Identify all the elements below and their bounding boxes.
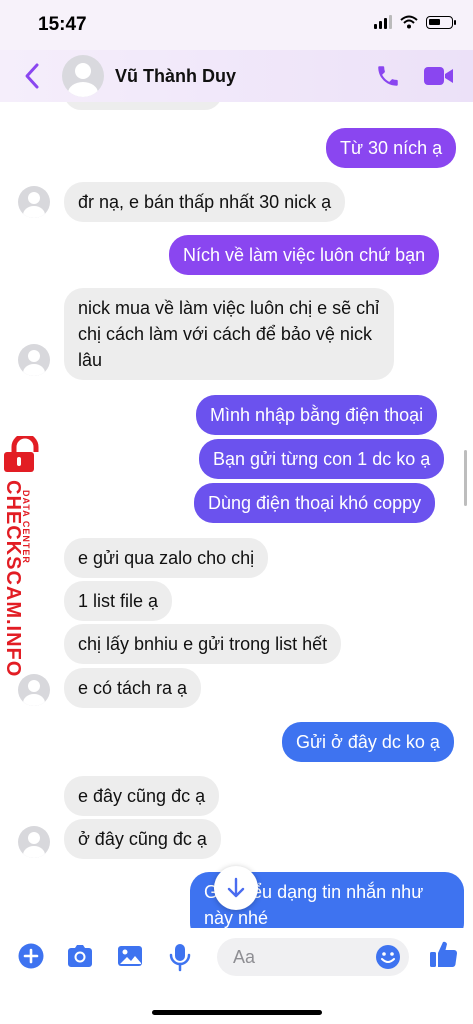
message-bubble-incoming[interactable]: e gửi qua zalo cho chị <box>64 538 269 578</box>
message-bubble-incoming[interactable]: e có tách ra ạ <box>64 668 202 708</box>
arrow-down-icon <box>227 877 245 898</box>
message-bubble-incoming[interactable]: nick mua về làm việc luôn chị e sẽ chỉ c… <box>64 288 394 380</box>
message-bubble-outgoing[interactable]: Mình nhập bằng điện thoại <box>196 395 438 435</box>
message-bubble-outgoing[interactable]: Gửi ở đây dc ko ạ <box>282 722 454 762</box>
message-list[interactable]: Từ 30 ních ạ đr nạ, e bán thấp nhất 30 n… <box>0 102 473 928</box>
battery-level <box>429 18 440 25</box>
status-time: 15:47 <box>38 14 87 35</box>
lock-icon <box>4 436 39 472</box>
scrollbar[interactable] <box>464 450 467 506</box>
message-bubble-outgoing[interactable]: Bạn gửi từng con 1 dc ko ạ <box>199 439 445 479</box>
watermark-subtext: DATA CENTER <box>21 490 31 564</box>
contact-avatar[interactable] <box>62 55 104 97</box>
contact-name[interactable]: Vũ Thành Duy <box>115 66 236 87</box>
message-bubble-outgoing[interactable]: Dùng điện thoại khó coppy <box>194 483 436 523</box>
conversation-header: Vũ Thành Duy <box>0 50 473 102</box>
battery-icon <box>426 15 456 29</box>
microphone-icon[interactable] <box>168 942 192 972</box>
thumbs-up-icon[interactable] <box>427 938 459 970</box>
home-indicator <box>152 1010 322 1015</box>
message-input-placeholder: Aa <box>233 947 256 967</box>
message-bubble-incoming[interactable]: chị lấy bnhiu e gửi trong list hết <box>64 624 342 664</box>
signal-icon <box>374 15 392 29</box>
video-camera-icon[interactable] <box>423 64 455 88</box>
phone-icon[interactable] <box>375 63 401 89</box>
plus-icon[interactable] <box>17 942 45 970</box>
status-bar: 15:47 <box>0 0 473 50</box>
contact-mini-avatar <box>18 344 50 376</box>
partial-message-bubble <box>64 102 222 110</box>
avatar-placeholder-icon <box>68 63 98 97</box>
message-bubble-incoming[interactable]: ở đây cũng đc ạ <box>64 819 221 859</box>
back-chevron-icon[interactable] <box>22 62 42 90</box>
camera-icon[interactable] <box>65 942 95 970</box>
status-icons <box>374 15 456 29</box>
message-bubble-incoming[interactable]: e đây cũng đc ạ <box>64 776 220 816</box>
message-bubble-outgoing[interactable]: Từ 30 ních ạ <box>326 128 457 168</box>
emoji-icon[interactable] <box>375 944 401 970</box>
message-bubble-incoming[interactable]: đr nạ, e bán thấp nhất 30 nick ạ <box>64 182 346 222</box>
message-input[interactable]: Aa <box>217 938 409 976</box>
contact-mini-avatar <box>18 826 50 858</box>
message-bubble-incoming[interactable]: 1 list file ạ <box>64 581 173 621</box>
message-bubble-outgoing[interactable]: Ních về làm việc luôn chứ bạn <box>169 235 440 275</box>
scroll-to-bottom-button[interactable] <box>214 866 258 910</box>
contact-mini-avatar <box>18 186 50 218</box>
gallery-icon[interactable] <box>116 942 144 970</box>
wifi-icon <box>400 15 418 29</box>
contact-mini-avatar <box>18 674 50 706</box>
